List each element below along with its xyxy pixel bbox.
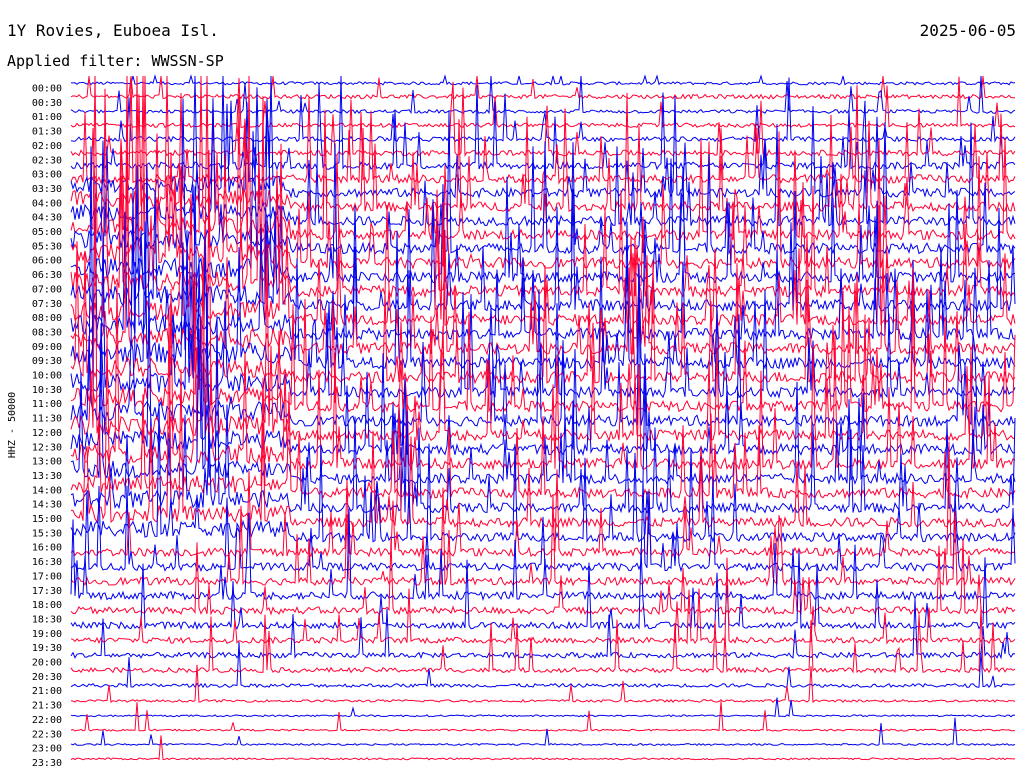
date-label: 2025-06-05 [920,21,1016,40]
time-label: 02:30 [32,155,62,166]
trace-row-1930 [70,557,1016,645]
time-label: 18:00 [32,600,62,611]
time-label: 12:00 [32,428,62,439]
trace-row-1630 [70,441,1016,558]
time-label: 17:00 [32,571,62,582]
time-label: 18:30 [32,614,62,625]
trace-row-0030 [70,75,1016,100]
y-axis-label: HHZ - 50000 [7,392,18,458]
trace-row-2300 [70,717,1016,747]
time-label: 13:30 [32,471,62,482]
time-label: 19:30 [32,643,62,654]
time-label: 04:30 [32,213,62,224]
time-label: 23:30 [32,758,62,769]
trace-row-0000 [70,74,1016,86]
time-label: 04:00 [32,198,62,209]
time-label: 14:30 [32,500,62,511]
time-label: 11:00 [32,399,62,410]
time-label: 20:30 [32,672,62,683]
trace-row-0500 [70,98,1016,228]
time-label: 22:00 [32,715,62,726]
station-title: 1Y Rovies, Euboea Isl. [7,21,219,40]
time-label: 03:30 [32,184,62,195]
trace-area [70,74,1016,761]
trace-row-1830 [70,538,1016,616]
time-label: 01:30 [32,127,62,138]
time-label: 15:00 [32,514,62,525]
time-label: 16:30 [32,557,62,568]
time-labels: 00:00 00:30 01:00 01:30 02:00 02:30 03:00 03:30… [32,84,62,769]
time-label: 20:00 [32,658,62,669]
filter-label: Applied filter: WWSSN-SP [7,52,224,70]
time-label: 07:30 [32,299,62,310]
time-label: 23:00 [32,744,62,755]
time-label: 09:00 [32,342,62,353]
time-label: 06:30 [32,270,62,281]
time-label: 01:00 [32,112,62,123]
time-label: 10:00 [32,371,62,382]
time-label: 08:30 [32,327,62,338]
time-label: 00:00 [32,84,62,95]
time-label: 10:30 [32,385,62,396]
time-label: 05:00 [32,227,62,238]
time-label: 06:00 [32,256,62,267]
time-label: 05:30 [32,241,62,252]
time-label: 14:00 [32,485,62,496]
time-label: 19:00 [32,629,62,640]
time-label: 22:30 [32,729,62,740]
helicorder-plot: 1Y Rovies, Euboea Isl. 2025-06-05 Applie… [7,21,1016,769]
time-label: 07:00 [32,284,62,295]
time-label: 11:30 [32,414,62,425]
trace-row-2330 [70,735,1015,761]
time-label: 16:00 [32,543,62,554]
time-label: 09:30 [32,356,62,367]
time-label: 03:00 [32,170,62,181]
time-label: 02:00 [32,141,62,152]
time-label: 17:30 [32,586,62,597]
time-label: 15:30 [32,528,62,539]
time-label: 13:00 [32,457,62,468]
time-label: 00:30 [32,98,62,109]
time-label: 21:30 [32,701,62,712]
time-label: 12:30 [32,442,62,453]
time-label: 08:00 [32,313,62,324]
time-label: 21:00 [32,686,62,697]
